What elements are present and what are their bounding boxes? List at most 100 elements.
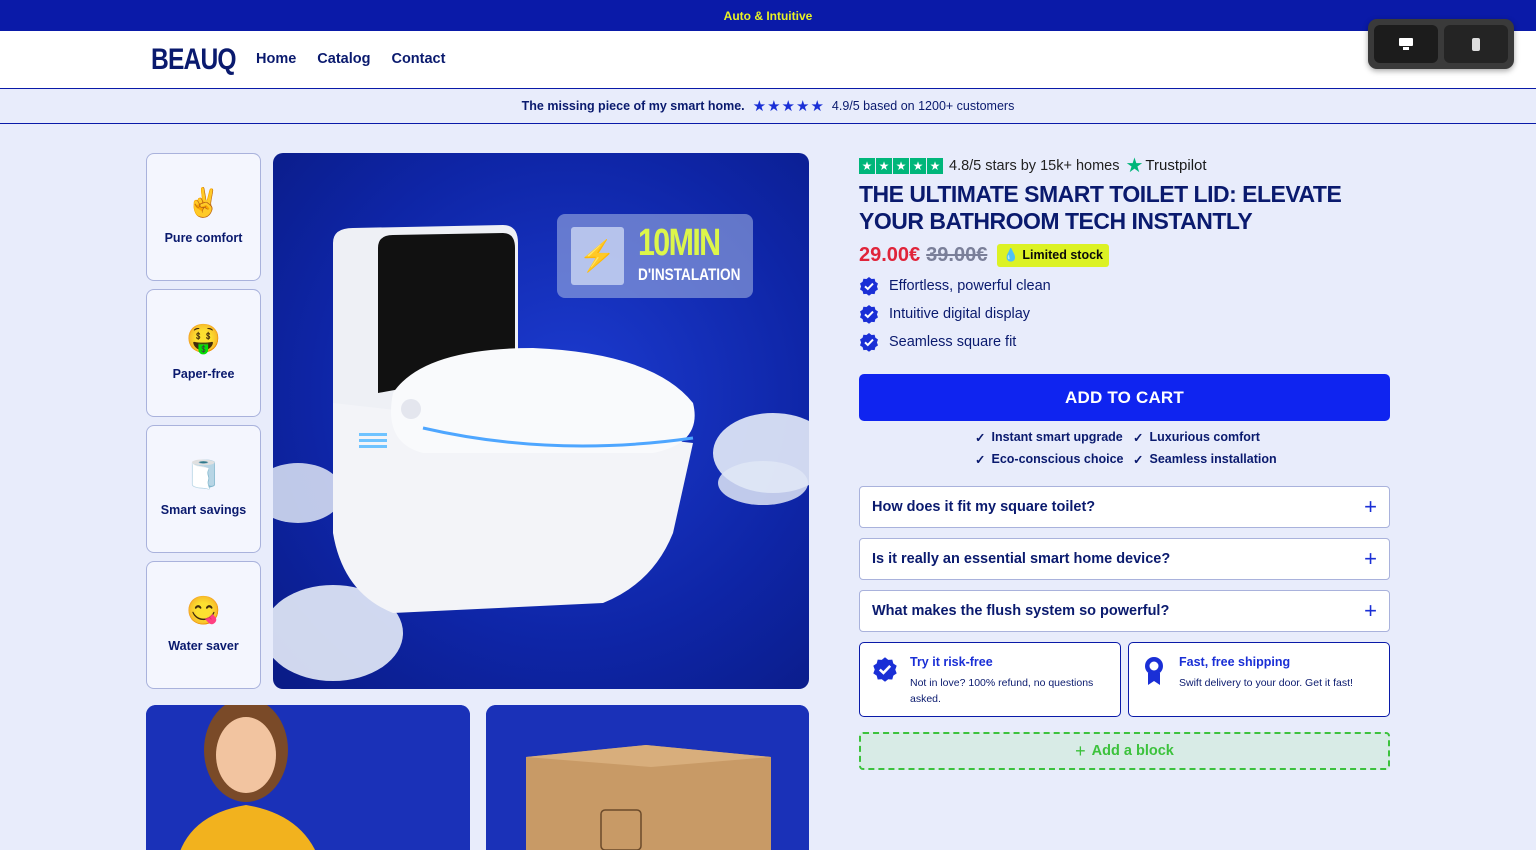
- benefit-item: ✓ Luxurious comfort: [1133, 430, 1277, 445]
- nav-home[interactable]: Home: [256, 51, 296, 67]
- add-to-cart-button[interactable]: ADD TO CART: [859, 374, 1390, 421]
- benefit-item: ✓ Seamless installation: [1133, 452, 1277, 467]
- star-icon: ★: [927, 157, 943, 174]
- box-photo: [486, 705, 809, 850]
- badge-subline: D'INSTALATION: [638, 265, 741, 284]
- desktop-view-button[interactable]: [1374, 25, 1438, 63]
- check-icon: ✓: [1133, 452, 1144, 467]
- feature-label: Pure comfort: [164, 231, 243, 245]
- lightning-icon: ⚡: [571, 227, 624, 285]
- feature-card-paper-free[interactable]: 🤑 Paper-free: [146, 289, 261, 417]
- faq-item-essential[interactable]: Is it really an essential smart home dev…: [859, 538, 1390, 580]
- product-title: THE ULTIMATE SMART TOILET LID: ELEVATE Y…: [859, 181, 1342, 234]
- star-icon: ★: [810, 98, 824, 115]
- site-header: BEAUQ Home Catalog Contact: [0, 31, 1536, 89]
- announcement-text: Auto & Intuitive: [723, 8, 813, 23]
- gallery-image-woman[interactable]: [146, 705, 470, 850]
- guarantee-shipping: Fast, free shipping Swift delivery to yo…: [1128, 642, 1390, 717]
- plus-icon: +: [1364, 546, 1377, 571]
- feature-label: Smart savings: [160, 503, 247, 517]
- trustpilot-star-icon: ★: [1125, 155, 1144, 177]
- benefit-text: Seamless installation: [1149, 452, 1277, 466]
- plus-icon: +: [1364, 598, 1377, 623]
- bullet-text: Seamless square fit: [889, 334, 1017, 350]
- trust-rating-text: 4.9/5 based on 1200+ customers: [831, 99, 1015, 113]
- badge-headline: 10MIN: [638, 222, 721, 264]
- plus-icon: +: [1364, 494, 1377, 519]
- add-block-label: Add a block: [1091, 743, 1174, 759]
- toilet-paper-icon: 🧻: [186, 459, 221, 490]
- benefit-item: ✓ Instant smart upgrade: [975, 430, 1123, 445]
- star-icon: ★: [752, 98, 767, 115]
- trust-quote: The missing piece of my smart home.: [521, 99, 745, 113]
- trust-bar: The missing piece of my smart home. ★ ★ ★ ★…: [0, 89, 1536, 124]
- star-icon: ★: [893, 157, 909, 174]
- rating-stars: ★ ★ ★ ★ ★: [753, 97, 824, 115]
- bullet-item: Seamless square fit: [859, 332, 1051, 352]
- trustpilot-logo: ★ Trustpilot: [1125, 153, 1206, 178]
- benefit-text: Luxurious comfort: [1149, 430, 1260, 444]
- feature-card-water[interactable]: 😋 Water saver: [146, 561, 261, 689]
- faq-item-flush[interactable]: What makes the flush system so powerful?…: [859, 590, 1390, 632]
- guarantee-title: Try it risk-free: [910, 655, 993, 669]
- view-toggle: [1368, 19, 1514, 69]
- star-icon: ★: [781, 98, 795, 115]
- brand-logo[interactable]: BEAUQ: [151, 43, 237, 77]
- bullet-text: Effortless, powerful clean: [889, 278, 1051, 294]
- mobile-view-button[interactable]: [1444, 25, 1508, 63]
- plus-icon: +: [1075, 740, 1086, 761]
- install-time-badge: ⚡ 10MIN D'INSTALATION: [557, 214, 753, 298]
- nav-contact[interactable]: Contact: [391, 51, 445, 67]
- benefit-text: Instant smart upgrade: [991, 430, 1123, 444]
- star-icon: ★: [910, 157, 926, 174]
- benefit-text: Eco-conscious choice: [991, 452, 1124, 466]
- product-main-image[interactable]: ⚡ 10MIN D'INSTALATION: [273, 153, 809, 689]
- trustpilot-wordmark: Trustpilot: [1145, 157, 1207, 174]
- guarantee-title: Fast, free shipping: [1179, 655, 1291, 669]
- price-row: 29.00€ 39.00€ 💧 Limited stock: [859, 244, 1109, 267]
- compare-price: 39.00€: [926, 244, 988, 266]
- product-rating: ★ ★ ★ ★ ★ 4.8/5 stars by 15k+ homes ★ Trustpi…: [859, 153, 1207, 178]
- benefits-left: ✓ Instant smart upgrade ✓ Eco-conscious ch…: [975, 430, 1124, 467]
- award-ribbon-icon: [1145, 657, 1163, 685]
- feature-card-comfort[interactable]: ✌️ Pure comfort: [146, 153, 261, 281]
- feature-label: Water saver: [168, 639, 239, 653]
- feature-card-savings[interactable]: 🧻 Smart savings: [146, 425, 261, 553]
- faq-question: What makes the flush system so powerful?: [872, 603, 1170, 619]
- faq-item-fit[interactable]: How does it fit my square toilet? +: [859, 486, 1390, 528]
- drop-icon: 💧: [1003, 248, 1019, 262]
- verified-badge-icon: [860, 277, 878, 296]
- benefit-item: ✓ Eco-conscious choice: [975, 452, 1124, 467]
- verified-badge-icon: [860, 333, 878, 352]
- faq-question: Is it really an essential smart home dev…: [872, 551, 1171, 567]
- star-icon: ★: [876, 157, 892, 174]
- check-icon: ✓: [975, 430, 986, 445]
- trustpilot-stars: ★ ★ ★ ★ ★: [859, 157, 943, 174]
- benefits-right: ✓ Luxurious comfort ✓ Seamless installatio…: [1133, 430, 1277, 467]
- nav-catalog[interactable]: Catalog: [317, 51, 370, 67]
- desktop-icon: [1399, 38, 1413, 50]
- verified-badge-icon: [860, 305, 878, 324]
- feature-label: Paper-free: [172, 367, 235, 381]
- bullet-text: Intuitive digital display: [889, 306, 1031, 322]
- star-icon: ★: [796, 98, 810, 115]
- guarantee-risk-free: Try it risk-free Not in love? 100% refun…: [859, 642, 1121, 717]
- sale-price: 29.00€: [859, 244, 921, 266]
- stock-badge-label: Limited stock: [1022, 248, 1103, 262]
- faq-question: How does it fit my square toilet?: [872, 499, 1096, 515]
- peace-hand-icon: ✌️: [186, 187, 221, 218]
- check-icon: ✓: [975, 452, 986, 467]
- bullet-item: Effortless, powerful clean: [859, 276, 1051, 296]
- guarantee-text: Swift delivery to your door. Get it fast…: [1179, 677, 1353, 689]
- announcement-bar: Auto & Intuitive: [0, 0, 1536, 31]
- money-mouth-icon: 🤑: [186, 323, 221, 354]
- woman-photo: [146, 705, 470, 850]
- main-nav: Home Catalog Contact: [256, 51, 445, 67]
- gallery-image-box[interactable]: [486, 705, 809, 850]
- stock-badge: 💧 Limited stock: [997, 244, 1109, 267]
- product-bullets: Effortless, powerful clean Intuitive dig…: [859, 276, 1051, 352]
- product-rating-text: 4.8/5 stars by 15k+ homes: [949, 157, 1120, 174]
- star-icon: ★: [767, 98, 781, 115]
- verified-badge-icon: [873, 657, 897, 682]
- add-block-button[interactable]: + Add a block: [859, 732, 1390, 770]
